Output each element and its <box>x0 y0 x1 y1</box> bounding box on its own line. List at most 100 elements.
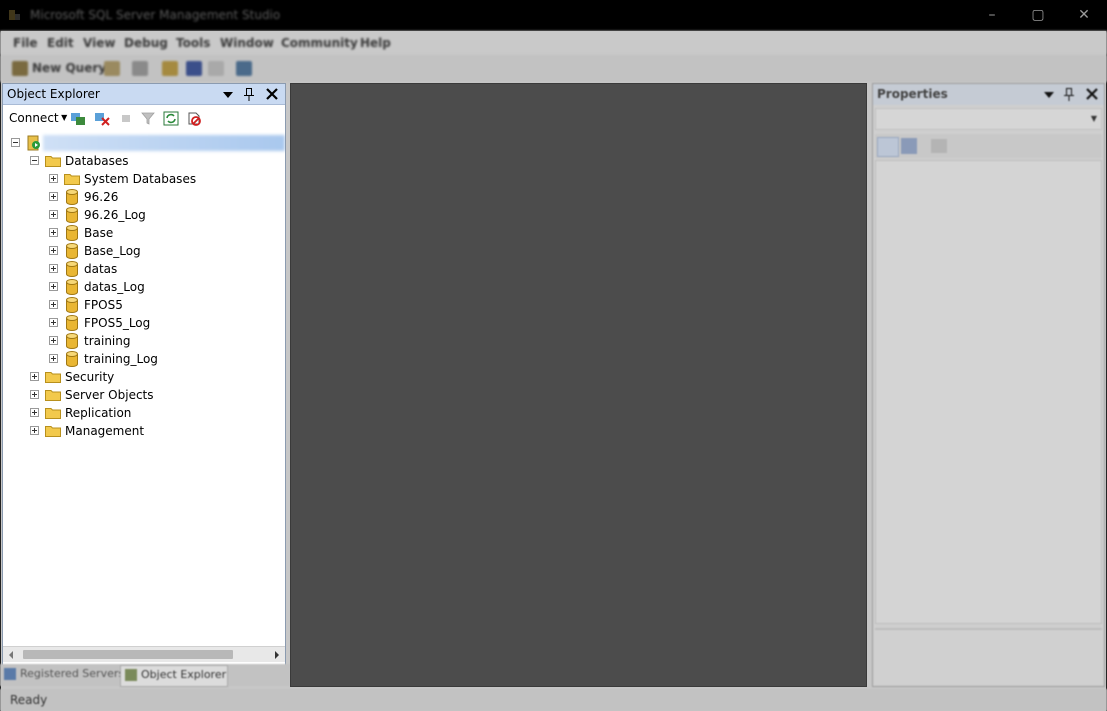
menu-debug[interactable]: Debug <box>124 36 168 50</box>
menu-file[interactable]: File <box>13 36 38 50</box>
status-bar: Ready <box>0 689 1107 711</box>
expand-icon[interactable] <box>49 300 58 309</box>
menu-bar: File Edit View Debug Tools Window Commun… <box>0 31 1107 55</box>
folder-icon <box>64 174 80 185</box>
expand-icon[interactable] <box>49 210 58 219</box>
database-icon <box>66 333 78 349</box>
activity-monitor-icon[interactable] <box>236 61 252 76</box>
maximize-button[interactable]: ▢ <box>1015 0 1061 31</box>
menu-community[interactable]: Community <box>281 36 358 50</box>
database-icon <box>66 207 78 223</box>
tab-registered-servers[interactable]: Registered Servers <box>4 666 124 684</box>
categorized-icon[interactable] <box>877 137 899 157</box>
expand-icon[interactable] <box>30 426 39 435</box>
alphabetical-icon[interactable] <box>901 138 917 154</box>
new-query-button[interactable]: New Query <box>32 61 106 75</box>
minimize-button[interactable]: – <box>969 0 1015 31</box>
refresh-icon[interactable] <box>163 111 179 126</box>
database-engine-query-icon[interactable] <box>104 61 120 76</box>
object-explorer-header: Object Explorer <box>3 84 285 105</box>
analysis-query-icon[interactable] <box>132 61 148 76</box>
menu-window[interactable]: Window <box>220 36 274 50</box>
menu-edit[interactable]: Edit <box>47 36 74 50</box>
menu-help[interactable]: Help <box>360 36 391 50</box>
tab-object-explorer[interactable]: Object Explorer <box>120 665 228 687</box>
close-panel-icon[interactable] <box>265 87 279 101</box>
expand-icon[interactable] <box>30 390 39 399</box>
scroll-right-icon[interactable] <box>273 650 281 660</box>
expand-icon[interactable] <box>49 246 58 255</box>
tree-label: FPOS5 <box>84 298 123 312</box>
auto-hide-pin-icon[interactable] <box>243 87 255 102</box>
window-position-icon[interactable] <box>222 90 234 100</box>
tree-label: Management <box>65 424 145 438</box>
tree-label: FPOS5_Log <box>84 316 151 330</box>
tree-label: 96.26 <box>84 190 119 204</box>
tree-label: 96.26_Log <box>84 208 146 222</box>
object-selector-dropdown[interactable]: ▼ <box>875 108 1102 130</box>
app-icon <box>9 10 20 20</box>
database-icon <box>66 261 78 277</box>
object-explorer-title: Object Explorer <box>7 87 100 101</box>
tree-node-server[interactable] <box>3 134 285 152</box>
database-icon <box>66 351 78 367</box>
chevron-down-icon: ▼ <box>58 113 68 122</box>
filter-icon <box>141 112 155 125</box>
tree-label: datas_Log <box>84 280 145 294</box>
folder-icon <box>45 372 61 383</box>
connect-object-explorer-icon[interactable] <box>70 111 86 126</box>
property-grid <box>875 160 1102 624</box>
expand-icon[interactable] <box>49 354 58 363</box>
expand-icon[interactable] <box>49 282 58 291</box>
connect-dropdown[interactable]: Connect ▼ <box>9 111 67 125</box>
close-button[interactable]: ✕ <box>1061 0 1107 31</box>
save-all-icon[interactable] <box>208 61 224 76</box>
folder-icon <box>45 390 61 401</box>
object-explorer-tree: Databases System Databases 96.26 96.26_L… <box>3 132 285 646</box>
bottom-tab-strip: Registered Servers Object Explorer <box>0 664 290 687</box>
tree-label: System Databases <box>84 172 197 186</box>
expand-icon[interactable] <box>30 408 39 417</box>
tree-label: Replication <box>65 406 132 420</box>
database-icon <box>66 297 78 313</box>
save-icon[interactable] <box>186 61 202 76</box>
disconnect-icon[interactable] <box>94 111 110 126</box>
tree-label: training_Log <box>84 352 158 366</box>
database-icon <box>66 225 78 241</box>
auto-hide-pin-icon[interactable] <box>1063 87 1075 102</box>
horizontal-scrollbar[interactable] <box>3 646 285 662</box>
property-description <box>875 628 1102 684</box>
expand-icon[interactable] <box>49 192 58 201</box>
database-icon <box>66 243 78 259</box>
tree-label: Server Objects <box>65 388 154 402</box>
properties-title: Properties <box>877 87 948 101</box>
menu-view[interactable]: View <box>83 36 115 50</box>
window-position-icon[interactable] <box>1043 90 1055 100</box>
expand-icon[interactable] <box>49 228 58 237</box>
menu-tools[interactable]: Tools <box>176 36 210 50</box>
scrollbar-thumb[interactable] <box>23 650 233 659</box>
object-explorer-panel: Object Explorer Connect ▼ Databases Syst… <box>2 83 286 667</box>
expand-icon[interactable] <box>30 372 39 381</box>
database-icon <box>66 189 78 205</box>
activity-monitor-icon[interactable] <box>186 111 202 126</box>
server-icon <box>27 135 40 151</box>
tree-label: Databases <box>65 154 129 168</box>
registered-servers-icon <box>4 668 16 680</box>
properties-toolbar <box>875 134 1102 158</box>
collapse-icon[interactable] <box>30 156 39 165</box>
tree-label: training <box>84 334 131 348</box>
tree-label: Base_Log <box>84 244 141 258</box>
close-panel-icon[interactable] <box>1085 87 1099 101</box>
expand-icon[interactable] <box>49 264 58 273</box>
expand-icon[interactable] <box>49 336 58 345</box>
open-file-icon[interactable] <box>162 61 178 76</box>
collapse-icon[interactable] <box>11 138 20 147</box>
tab-label: Object Explorer <box>141 668 227 681</box>
expand-icon[interactable] <box>49 318 58 327</box>
scroll-left-icon[interactable] <box>7 650 15 660</box>
property-pages-icon[interactable] <box>931 139 947 153</box>
document-area <box>290 83 867 687</box>
tree-label: Base <box>84 226 114 240</box>
expand-icon[interactable] <box>49 174 58 183</box>
